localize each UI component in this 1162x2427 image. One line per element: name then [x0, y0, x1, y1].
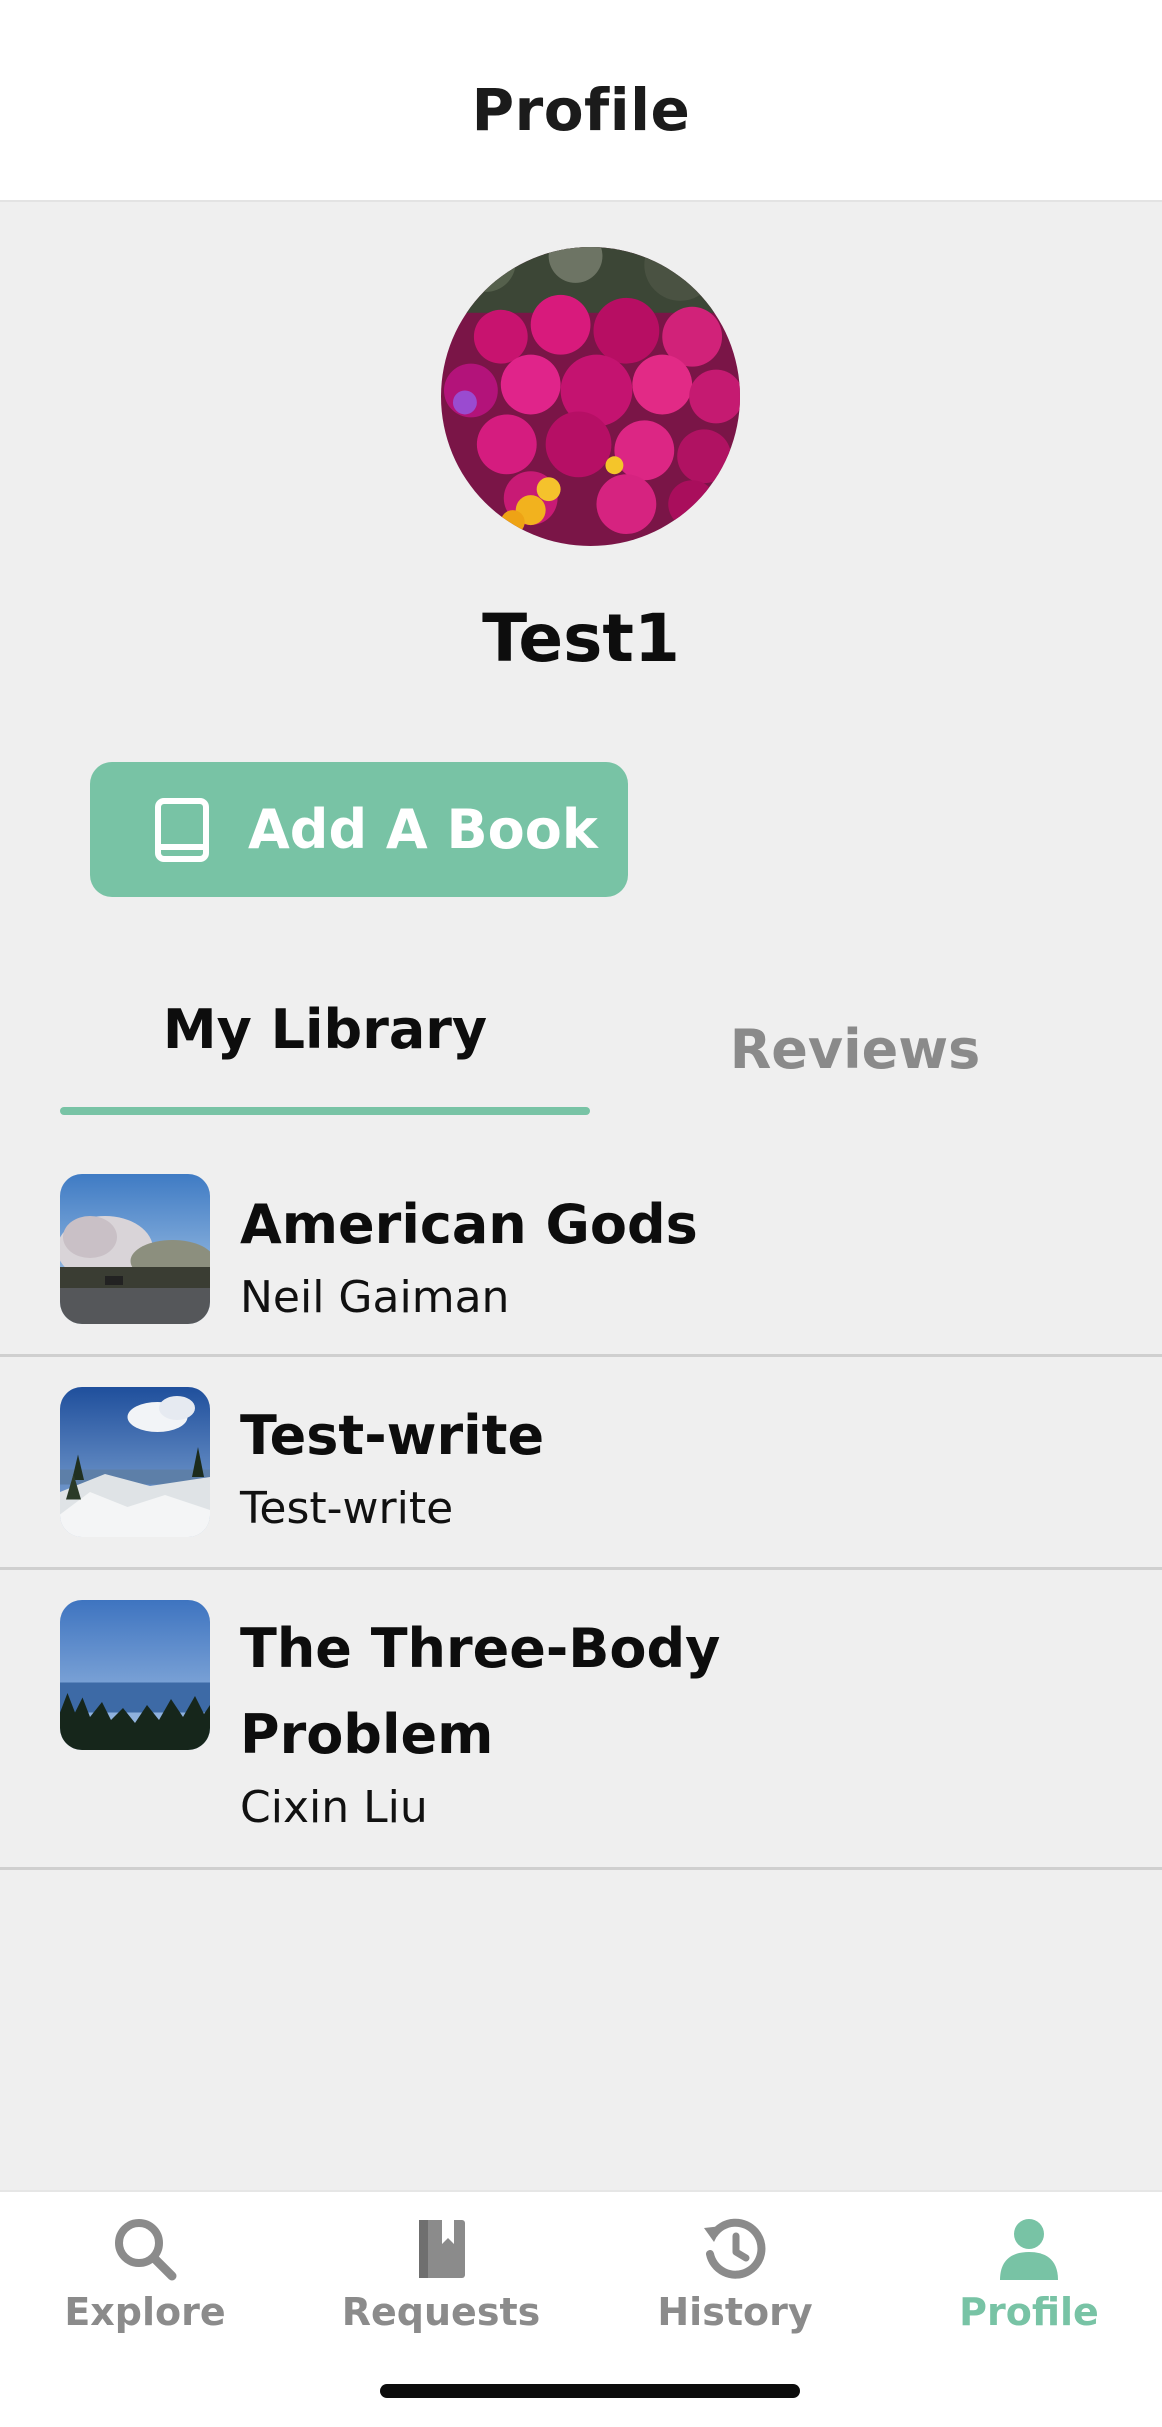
book-info: Test-write Test-write: [240, 1393, 1120, 1539]
profile-tabs: My Library Reviews: [0, 980, 1162, 1115]
nav-label: Explore: [64, 2290, 226, 2334]
book-title: The Three-Body Problem: [240, 1617, 721, 1766]
book-info: The Three-Body Problem Cixin Liu: [240, 1606, 1120, 1838]
book-author: Test-write: [240, 1483, 454, 1534]
username: Test1: [482, 600, 680, 677]
book-thumbnail: [60, 1387, 210, 1537]
book-thumbnail: [60, 1174, 210, 1324]
snowy-mountain-photo: [60, 1387, 210, 1537]
flower-photo: [441, 247, 740, 546]
tab-label: My Library: [162, 998, 488, 1061]
ocean-forest-photo: [60, 1600, 210, 1750]
top-header: Profile: [0, 0, 1162, 202]
library-list: American Gods Neil Gaiman Test-write Tes…: [0, 1160, 1162, 1870]
tree-road-photo: [60, 1174, 210, 1324]
nav-requests[interactable]: Requests: [296, 2204, 586, 2354]
avatar[interactable]: [441, 247, 740, 546]
nav-history[interactable]: History: [590, 2204, 880, 2354]
book-title: American Gods: [240, 1193, 698, 1256]
nav-label: History: [657, 2290, 813, 2334]
book-icon: [419, 2220, 465, 2278]
book-author: Cixin Liu: [240, 1782, 428, 1833]
list-item[interactable]: The Three-Body Problem Cixin Liu: [0, 1570, 1162, 1870]
book-title: Test-write: [240, 1404, 545, 1467]
page-title: Profile: [471, 76, 691, 144]
history-icon: [704, 2218, 766, 2279]
book-author: Neil Gaiman: [240, 1272, 510, 1323]
home-indicator: [380, 2384, 800, 2398]
tab-my-library[interactable]: My Library: [60, 980, 590, 1115]
nav-explore[interactable]: Explore: [0, 2204, 290, 2354]
list-item[interactable]: American Gods Neil Gaiman: [0, 1160, 1162, 1357]
list-item[interactable]: Test-write Test-write: [0, 1357, 1162, 1570]
add-book-button[interactable]: Add A Book: [90, 762, 628, 897]
tab-label: Reviews: [729, 1018, 981, 1081]
nav-label: Profile: [959, 2290, 1099, 2334]
nav-label: Requests: [341, 2290, 541, 2334]
active-tab-indicator: [60, 1107, 590, 1115]
person-icon: [1000, 2219, 1058, 2280]
book-info: American Gods Neil Gaiman: [240, 1182, 1120, 1328]
search-icon: [115, 2219, 177, 2281]
book-icon: [155, 797, 209, 862]
tab-reviews[interactable]: Reviews: [640, 980, 1070, 1115]
book-thumbnail: [60, 1600, 210, 1750]
nav-profile[interactable]: Profile: [884, 2204, 1162, 2354]
add-book-label: Add A Book: [248, 798, 598, 861]
